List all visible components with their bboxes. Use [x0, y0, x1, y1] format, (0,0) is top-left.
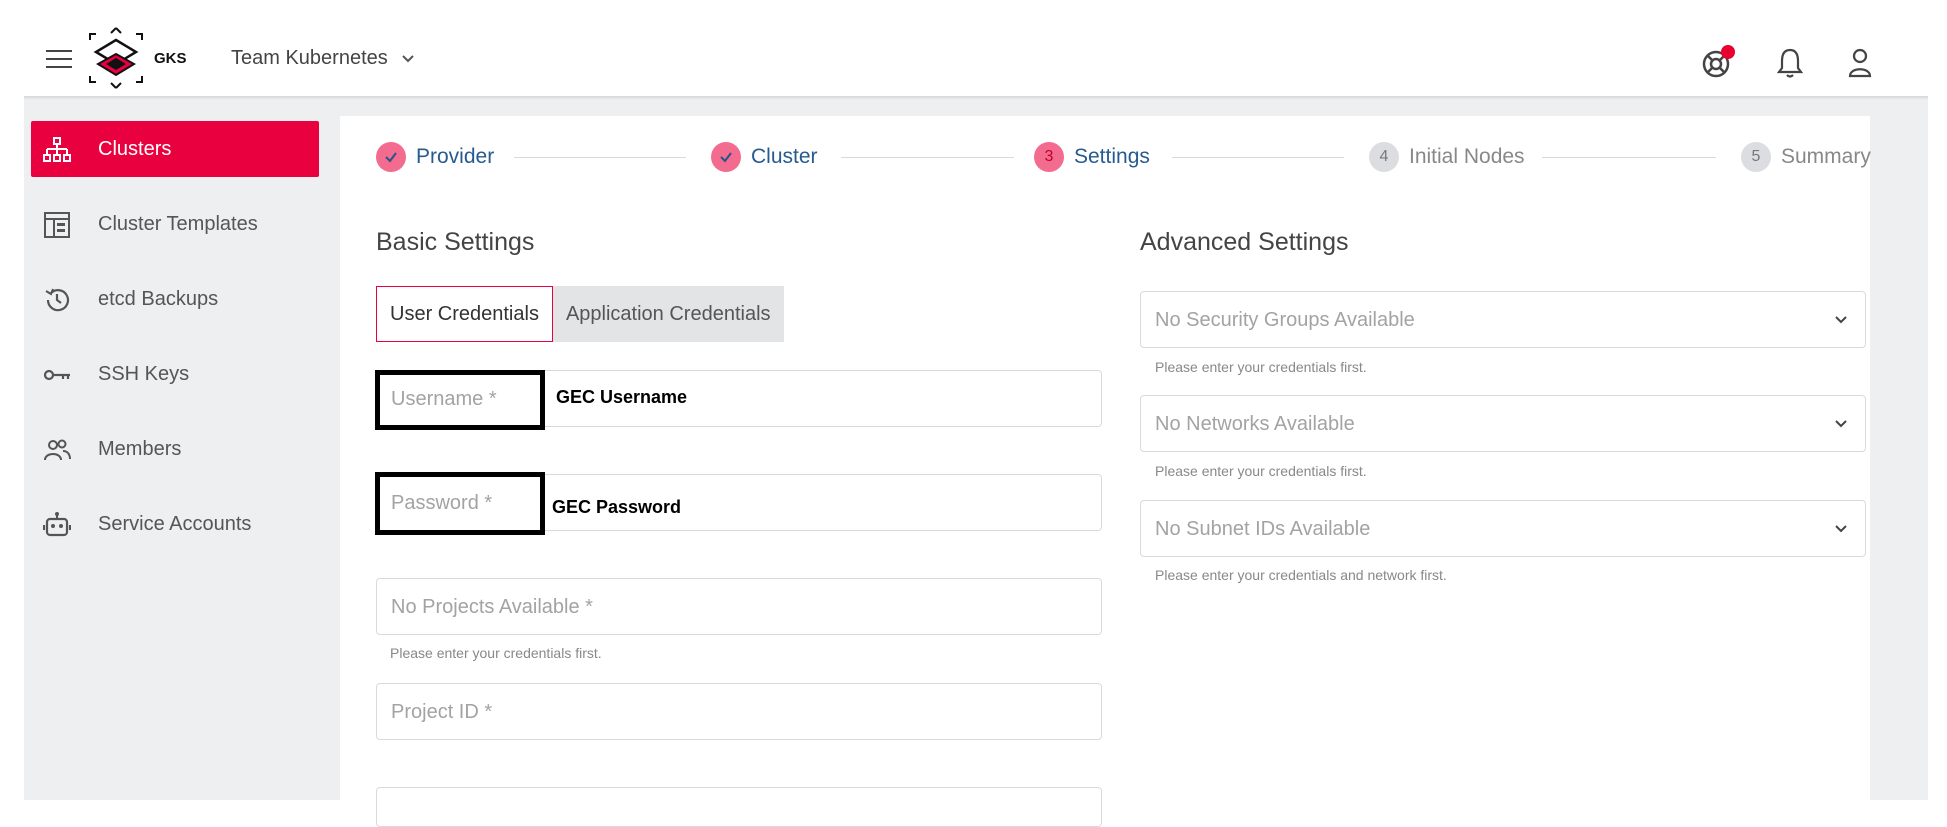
username-highlight-box [375, 370, 545, 430]
subnets-select[interactable]: No Subnet IDs Available [1140, 500, 1866, 557]
sidebar-item-label: etcd Backups [98, 287, 219, 310]
step-summary[interactable]: 5 Summary [1741, 142, 1871, 172]
check-icon [385, 152, 397, 163]
chevron-down-icon [1835, 316, 1847, 324]
people-icon [44, 439, 71, 461]
sidebar-item-label: Clusters [98, 137, 172, 160]
security-groups-hint: Please enter your credentials first. [1155, 359, 1367, 375]
team-selector[interactable]: Team Kubernetes [231, 47, 416, 70]
select-value: No Subnet IDs Available [1155, 518, 1371, 540]
security-groups-select[interactable]: No Security Groups Available [1140, 291, 1866, 348]
step-connector [1542, 157, 1716, 158]
bell-icon [1776, 48, 1804, 78]
sidebar-item-label: Members [98, 437, 182, 460]
step-circle: 5 [1741, 142, 1771, 172]
step-label: Provider [416, 145, 495, 168]
step-cluster[interactable]: Cluster [711, 142, 818, 172]
sidebar-item-members[interactable]: Members [31, 421, 319, 477]
step-provider[interactable]: Provider [376, 142, 494, 172]
sitemap-icon [43, 137, 71, 162]
history-icon [45, 288, 70, 312]
step-label: Cluster [751, 145, 818, 168]
password-annotation: GEC Password [552, 497, 682, 517]
password-highlight-box [375, 472, 545, 535]
user-icon [1848, 48, 1872, 78]
help-button[interactable] [1700, 44, 1736, 80]
sidebar-item-label: Service Accounts [98, 512, 252, 535]
sidebar-item-service-accounts[interactable]: Service Accounts [31, 496, 319, 552]
step-settings[interactable]: 3 Settings [1034, 142, 1150, 172]
username-annotation: GEC Username [556, 387, 688, 407]
sidebar-item-cluster-templates[interactable]: Cluster Templates [31, 196, 319, 252]
networks-select[interactable]: No Networks Available [1140, 395, 1866, 452]
projects-field [376, 578, 1102, 635]
step-number: 4 [1379, 148, 1389, 165]
step-circle: 3 [1034, 142, 1064, 172]
account-button[interactable] [1842, 44, 1878, 80]
step-circle: 4 [1369, 142, 1399, 172]
chevron-down-icon [1835, 420, 1847, 428]
team-name: Team Kubernetes [231, 47, 388, 69]
menu-icon[interactable] [46, 50, 72, 68]
robot-icon [43, 512, 71, 537]
project-id-input[interactable] [391, 698, 1007, 726]
brand-name: GKS [154, 50, 187, 67]
select-value: No Security Groups Available [1155, 309, 1415, 331]
notification-badge [1721, 45, 1735, 59]
projects-input[interactable] [391, 593, 1007, 621]
sidebar-item-clusters[interactable]: Clusters [31, 121, 319, 177]
projects-hint: Please enter your credentials first. [390, 645, 602, 661]
step-initial-nodes[interactable]: 4 Initial Nodes [1369, 142, 1525, 172]
tab-application-credentials[interactable]: Application Credentials [552, 286, 784, 342]
gks-logo [89, 27, 143, 89]
select-value: No Networks Available [1155, 413, 1355, 435]
key-icon [43, 369, 70, 381]
wizard-card: Provider Cluster 3 Settings 4 Initial No… [340, 116, 1871, 827]
chevron-down-icon [1835, 525, 1847, 533]
step-connector [841, 157, 1014, 158]
check-icon [720, 152, 732, 163]
credentials-tabs: User Credentials Application Credentials [376, 286, 784, 342]
step-label: Settings [1074, 145, 1150, 168]
sidebar-item-ssh-keys[interactable]: SSH Keys [31, 346, 319, 402]
chevron-down-icon [402, 54, 414, 62]
tab-user-credentials[interactable]: User Credentials [376, 286, 553, 342]
step-connector [1172, 157, 1344, 158]
basic-settings-title: Basic Settings [376, 228, 535, 256]
step-number: 5 [1751, 148, 1761, 165]
subnets-hint: Please enter your credentials and networ… [1155, 567, 1447, 583]
sidebar-item-label: SSH Keys [98, 362, 190, 385]
step-number: 3 [1044, 148, 1054, 165]
networks-hint: Please enter your credentials first. [1155, 463, 1367, 479]
step-label: Summary [1781, 145, 1871, 168]
step-connector [514, 157, 686, 158]
wizard-stepper: Provider Cluster 3 Settings 4 Initial No… [376, 142, 1871, 174]
notifications-button[interactable] [1772, 44, 1808, 80]
top-bar: GKS Team Kubernetes [0, 0, 1947, 96]
sidebar-item-etcd-backups[interactable]: etcd Backups [31, 271, 319, 327]
template-icon [44, 212, 70, 238]
step-circle [376, 142, 406, 172]
step-label: Initial Nodes [1409, 145, 1525, 168]
step-circle [711, 142, 741, 172]
next-field[interactable] [376, 787, 1102, 827]
sidebar-item-label: Cluster Templates [98, 212, 258, 235]
advanced-settings-title: Advanced Settings [1140, 228, 1349, 256]
project-id-field [376, 683, 1102, 740]
